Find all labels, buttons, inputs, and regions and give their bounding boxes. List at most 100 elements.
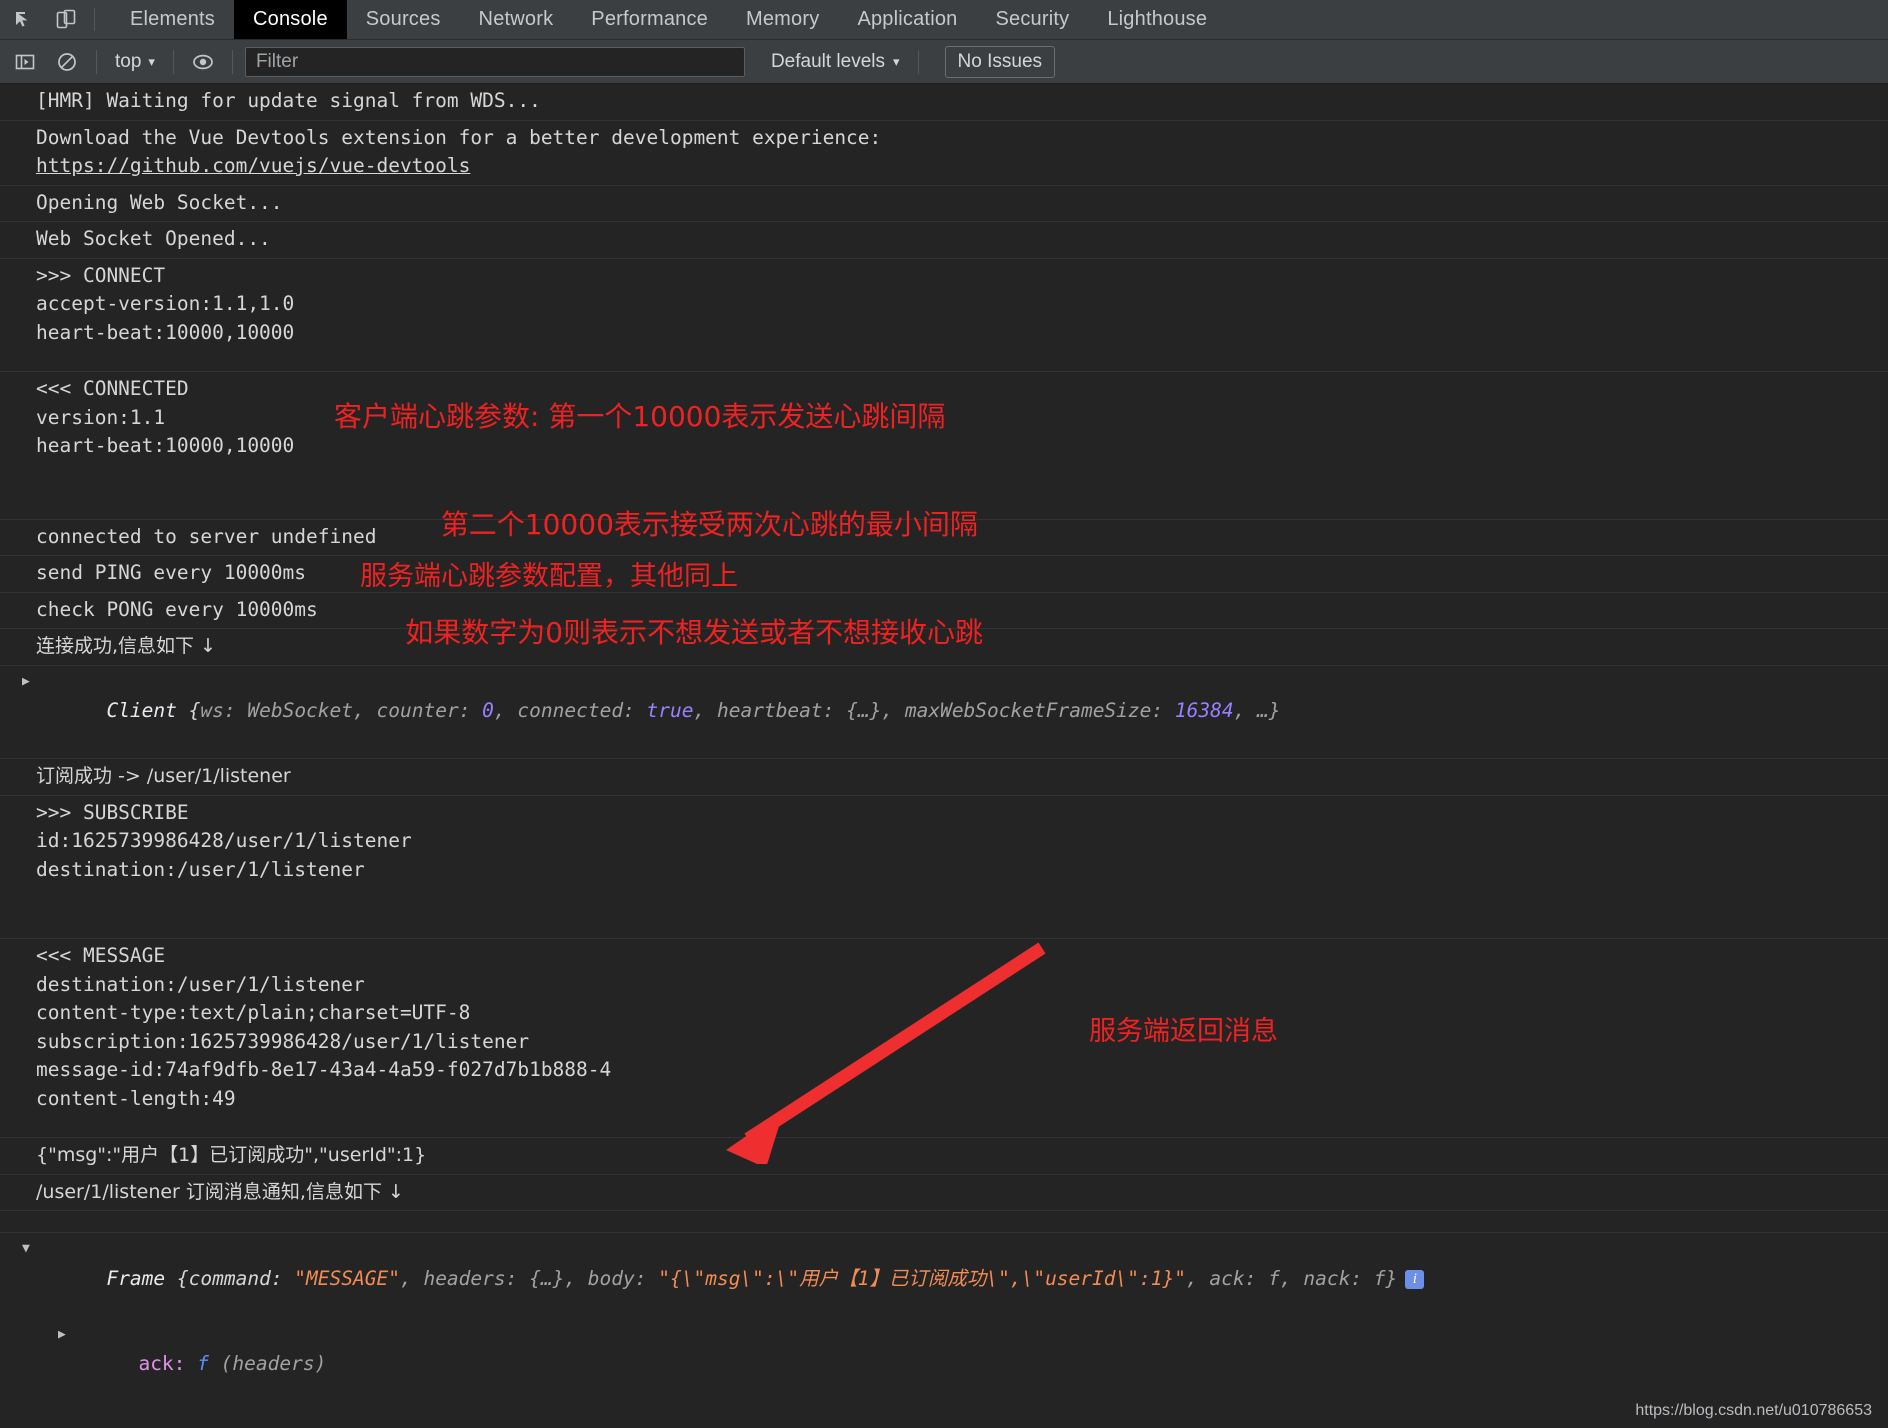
console-message[interactable]: check PONG every 10000ms	[0, 593, 1888, 630]
tab-console[interactable]: Console	[234, 0, 347, 39]
tab-sources[interactable]: Sources	[347, 0, 460, 39]
tab-label: Console	[253, 8, 328, 31]
tab-application[interactable]: Application	[838, 0, 976, 39]
tab-security[interactable]: Security	[976, 0, 1088, 39]
console-message-message-frame[interactable]: <<< MESSAGE destination:/user/1/listener…	[0, 939, 1888, 1138]
message-text: send PING every 10000ms	[36, 561, 306, 584]
tab-label: Sources	[366, 8, 441, 31]
console-message[interactable]: connected to server undefined	[0, 520, 1888, 557]
execution-context-selector[interactable]: top ▾	[109, 51, 161, 73]
console-message[interactable]: Web Socket Opened...	[0, 222, 1888, 259]
object-brace: {command:	[165, 1267, 294, 1290]
filterbar-divider	[232, 50, 233, 74]
object-key: , …}	[1234, 699, 1281, 722]
object-key: , heartbeat:	[694, 699, 847, 722]
console-message[interactable]: 连接成功,信息如下 ↓	[0, 629, 1888, 666]
tab-label: Network	[479, 8, 554, 31]
tab-memory[interactable]: Memory	[727, 0, 838, 39]
filter-input[interactable]	[245, 47, 745, 77]
message-text: {"msg":"用户【1】已订阅成功","userId":1}	[36, 1144, 426, 1166]
tab-network[interactable]: Network	[460, 0, 573, 39]
console-filter-bar: top ▾ Default levels ▾ No Issues	[0, 40, 1888, 84]
console-spacer	[0, 1211, 1888, 1233]
message-text: <<< MESSAGE destination:/user/1/listener…	[36, 944, 611, 1110]
info-icon[interactable]: i	[1405, 1270, 1424, 1289]
collapse-arrow-icon[interactable]	[22, 1239, 30, 1259]
message-text: 连接成功,信息如下 ↓	[36, 635, 216, 657]
chevron-down-icon: ▾	[893, 54, 900, 70]
message-text: Download the Vue Devtools extension for …	[36, 126, 881, 149]
object-key: , connected:	[494, 699, 647, 722]
tab-label: Application	[857, 8, 957, 31]
tab-performance[interactable]: Performance	[572, 0, 727, 39]
message-text: 订阅成功 -> /user/1/listener	[36, 765, 291, 787]
message-text: >>> SUBSCRIBE id:1625739986428/user/1/li…	[36, 801, 412, 881]
console-message[interactable]: /user/1/listener 订阅消息通知,信息如下 ↓	[0, 1175, 1888, 1212]
message-text: >>> CONNECT accept-version:1.1,1.0 heart…	[36, 264, 294, 344]
inspect-element-icon[interactable]	[8, 4, 40, 36]
show-console-sidebar-icon[interactable]	[8, 45, 42, 79]
object-key: , counter:	[353, 699, 482, 722]
tab-label: Memory	[746, 8, 819, 31]
tab-lighthouse[interactable]: Lighthouse	[1088, 0, 1226, 39]
console-message-frame-object[interactable]: Frame {command: "MESSAGE", headers: {…},…	[0, 1233, 1888, 1322]
log-levels-selector[interactable]: Default levels ▾	[765, 51, 906, 73]
property-value: f	[197, 1352, 209, 1375]
tab-label: Performance	[591, 8, 708, 31]
property-extra: (headers)	[221, 1352, 327, 1375]
console-message-connect-frame[interactable]: >>> CONNECT accept-version:1.1,1.0 heart…	[0, 259, 1888, 373]
tab-elements[interactable]: Elements	[111, 0, 234, 39]
console-message-client-object[interactable]: Client {ws: WebSocket, counter: 0, conne…	[0, 666, 1888, 760]
execution-context-label: top	[115, 51, 141, 73]
console-message-subscribe-frame[interactable]: >>> SUBSCRIBE id:1625739986428/user/1/li…	[0, 796, 1888, 940]
filterbar-divider	[918, 50, 919, 74]
tab-label: Elements	[130, 8, 215, 31]
object-key: , headers: {…}, body:	[400, 1267, 658, 1290]
tab-label: Lighthouse	[1107, 8, 1207, 31]
chevron-down-icon: ▾	[148, 54, 155, 70]
message-text: <<< CONNECTED version:1.1 heart-beat:100…	[36, 377, 294, 457]
clear-console-icon[interactable]	[50, 45, 84, 79]
console-message[interactable]: Opening Web Socket...	[0, 186, 1888, 223]
object-value: {…}	[846, 699, 881, 722]
object-value: "MESSAGE"	[294, 1267, 400, 1290]
console-message-connected-frame[interactable]: <<< CONNECTED version:1.1 heart-beat:100…	[0, 372, 1888, 520]
panel-tabs: Elements Console Sources Network Perform…	[111, 0, 1226, 39]
watermark: https://blog.csdn.net/u010786653	[1635, 1402, 1872, 1420]
object-value: 16384	[1175, 699, 1234, 722]
filterbar-divider	[173, 50, 174, 74]
issues-button[interactable]: No Issues	[945, 46, 1055, 78]
toolbar-divider	[94, 8, 95, 31]
frame-property-body[interactable]: body: "{\"msg\":\"用户【1】已订阅成功\",\"userId\…	[0, 1407, 1888, 1428]
console-messages[interactable]: [HMR] Waiting for update signal from WDS…	[0, 84, 1888, 1428]
issues-label: No Issues	[958, 51, 1042, 72]
message-text: /user/1/listener 订阅消息通知,信息如下 ↓	[36, 1181, 404, 1203]
frame-property-ack[interactable]: ack: f (headers)	[0, 1322, 1888, 1408]
log-levels-label: Default levels	[771, 51, 885, 73]
object-value: true	[647, 699, 694, 722]
property-key: ack:	[138, 1352, 185, 1375]
expand-arrow-icon[interactable]	[58, 1325, 66, 1345]
console-message[interactable]: 订阅成功 -> /user/1/listener	[0, 759, 1888, 796]
object-name: Client	[106, 699, 176, 722]
live-expression-icon[interactable]	[186, 45, 220, 79]
vue-devtools-link[interactable]: https://github.com/vuejs/vue-devtools	[36, 154, 470, 177]
console-message[interactable]: send PING every 10000ms	[0, 556, 1888, 593]
message-text: [HMR] Waiting for update signal from WDS…	[36, 89, 541, 112]
console-message[interactable]: [HMR] Waiting for update signal from WDS…	[0, 84, 1888, 121]
object-value: WebSocket	[247, 699, 353, 722]
filterbar-divider	[96, 50, 97, 74]
console-message[interactable]: Download the Vue Devtools extension for …	[0, 121, 1888, 186]
message-text: connected to server undefined	[36, 525, 376, 548]
object-name: Frame	[106, 1267, 165, 1290]
devtools-window: Elements Console Sources Network Perform…	[0, 0, 1888, 1428]
console-message[interactable]: {"msg":"用户【1】已订阅成功","userId":1}	[0, 1138, 1888, 1175]
object-key: , maxWebSocketFrameSize:	[881, 699, 1175, 722]
device-toolbar-icon[interactable]	[50, 4, 82, 36]
expand-arrow-icon[interactable]	[22, 672, 30, 692]
object-key: ws:	[200, 699, 247, 722]
object-value: 0	[482, 699, 494, 722]
message-text: check PONG every 10000ms	[36, 598, 318, 621]
message-text: Opening Web Socket...	[36, 191, 283, 214]
devtools-tabbar: Elements Console Sources Network Perform…	[0, 0, 1888, 40]
